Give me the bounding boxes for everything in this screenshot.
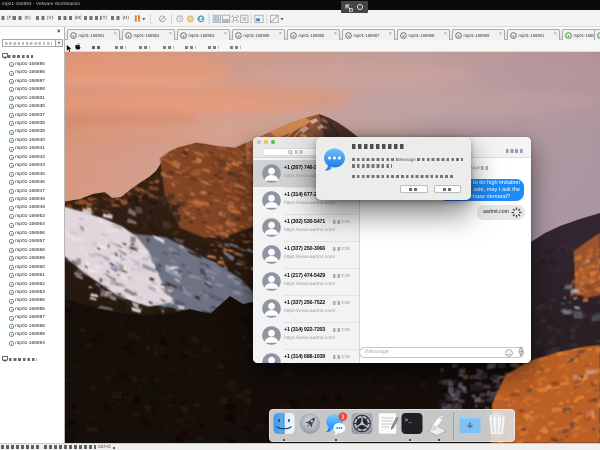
svg-text:>_: >_ [404, 417, 412, 424]
svg-text:3: 3 [341, 413, 345, 420]
